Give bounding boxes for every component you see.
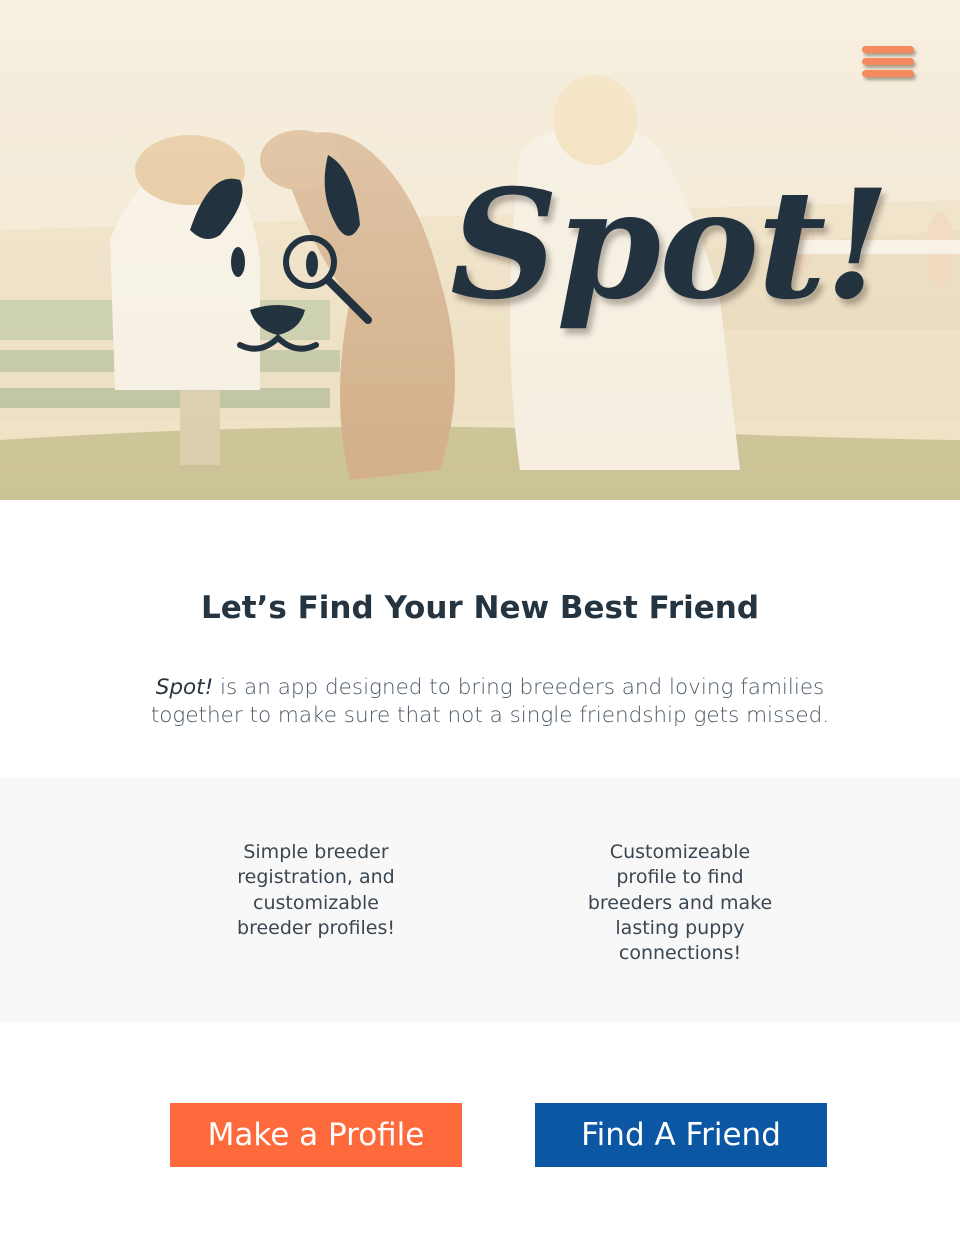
hamburger-menu-icon[interactable] <box>858 40 918 84</box>
make-profile-button[interactable]: Make a Profile <box>170 1103 462 1167</box>
logo-wordmark: Spot! <box>450 157 890 333</box>
hero-banner: Spot! <box>0 0 960 500</box>
intro-paragraph: Spot! is an app designed to bring breede… <box>130 674 850 730</box>
menu-bar <box>862 70 914 77</box>
feature-family: Customizeable profile to find breeders a… <box>587 841 773 965</box>
feature-breeder: Simple breeder registration, and customi… <box>237 841 395 939</box>
features-section: Simple breeder registration, and customi… <box>0 778 960 1022</box>
page-headline: Let’s Find Your New Best Friend <box>200 590 760 626</box>
find-friend-button[interactable]: Find A Friend <box>535 1103 827 1167</box>
menu-bar <box>862 58 914 65</box>
intro-body: is an app designed to bring breeders and… <box>150 675 830 728</box>
menu-bar <box>862 46 914 53</box>
brand-name: Spot! <box>155 675 214 700</box>
